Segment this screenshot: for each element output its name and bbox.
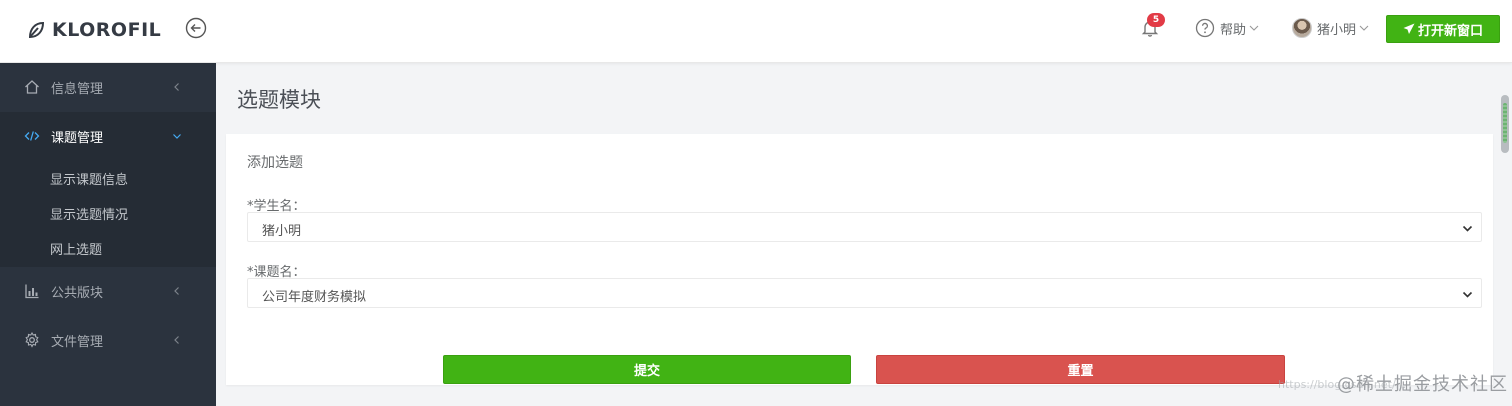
- help-label: 帮助: [1220, 22, 1247, 38]
- bar-chart-icon: [25, 284, 39, 299]
- topic-select-value: 公司年度财务模拟: [262, 290, 367, 305]
- topic-select[interactable]: 公司年度财务模拟: [247, 278, 1482, 308]
- sidebar-item-label: 文件管理: [51, 334, 104, 350]
- top-navbar: KLOROFIL 5 帮助 猪小明 打开新窗口: [0, 0, 1512, 63]
- sidebar-item-label: 信息管理: [51, 81, 104, 97]
- sidebar-item-info[interactable]: 信息管理: [0, 63, 216, 111]
- page-title: 选题模块: [237, 88, 321, 112]
- panel-title: 添加选题: [247, 155, 303, 171]
- open-new-window-button[interactable]: 打开新窗口: [1386, 15, 1500, 43]
- avatar: [1292, 18, 1312, 38]
- leaf-icon: [28, 21, 45, 39]
- question-circle-icon: [1195, 18, 1215, 38]
- sidebar: 信息管理 课题管理 显示课题信息 显示选题情况 网上选题 公共版块 文件管理: [0, 63, 216, 406]
- chevron-down-icon: [1462, 225, 1473, 232]
- chevron-left-icon: [174, 336, 179, 344]
- chevron-down-icon: [173, 134, 181, 139]
- student-select-value: 猪小明: [262, 224, 302, 239]
- sidebar-submenu: 显示课题信息 显示选题情况 网上选题: [0, 160, 216, 267]
- submenu-item-selection-status[interactable]: 显示选题情况: [50, 204, 128, 223]
- back-arrow-icon[interactable]: [185, 17, 207, 39]
- submit-button[interactable]: 提交: [443, 355, 851, 384]
- gear-icon: [25, 332, 39, 348]
- user-name: 猪小明: [1317, 22, 1357, 38]
- sidebar-item-public[interactable]: 公共版块: [0, 267, 216, 315]
- chevron-down-icon: [1359, 25, 1369, 31]
- sidebar-item-files[interactable]: 文件管理: [0, 316, 216, 364]
- submenu-item-online-selection[interactable]: 网上选题: [50, 239, 102, 258]
- student-select[interactable]: 猪小明: [247, 212, 1482, 242]
- chevron-down-icon: [1249, 25, 1259, 31]
- sidebar-item-topics[interactable]: 课题管理: [0, 112, 216, 160]
- user-menu[interactable]: 猪小明: [1292, 16, 1369, 40]
- sidebar-item-label: 公共版块: [51, 285, 104, 301]
- open-new-window-label: 打开新窗口: [1417, 23, 1483, 39]
- brand-name: KLOROFIL: [52, 19, 162, 41]
- sidebar-item-label: 课题管理: [51, 130, 104, 146]
- reset-label: 重置: [1067, 364, 1094, 379]
- brand-logo[interactable]: KLOROFIL: [26, 18, 161, 42]
- form-panel: 添加选题 *学生名： 猪小明 *课题名： 公司年度财务模拟: [226, 134, 1493, 385]
- chevron-left-icon: [174, 83, 179, 91]
- watermark: @稀土掘金技术社区: [1337, 374, 1508, 395]
- submit-label: 提交: [633, 364, 660, 379]
- home-icon: [25, 80, 39, 94]
- help-menu[interactable]: 帮助: [1195, 17, 1259, 39]
- submenu-item-topic-info[interactable]: 显示课题信息: [50, 169, 128, 188]
- scrollbar[interactable]: [1501, 95, 1509, 153]
- reset-button[interactable]: 重置: [876, 355, 1285, 384]
- chevron-left-icon: [174, 287, 179, 295]
- chevron-down-icon: [1462, 291, 1473, 298]
- code-icon: [24, 131, 40, 141]
- paper-plane-icon: [1403, 23, 1415, 34]
- notification-badge: 5: [1147, 13, 1165, 27]
